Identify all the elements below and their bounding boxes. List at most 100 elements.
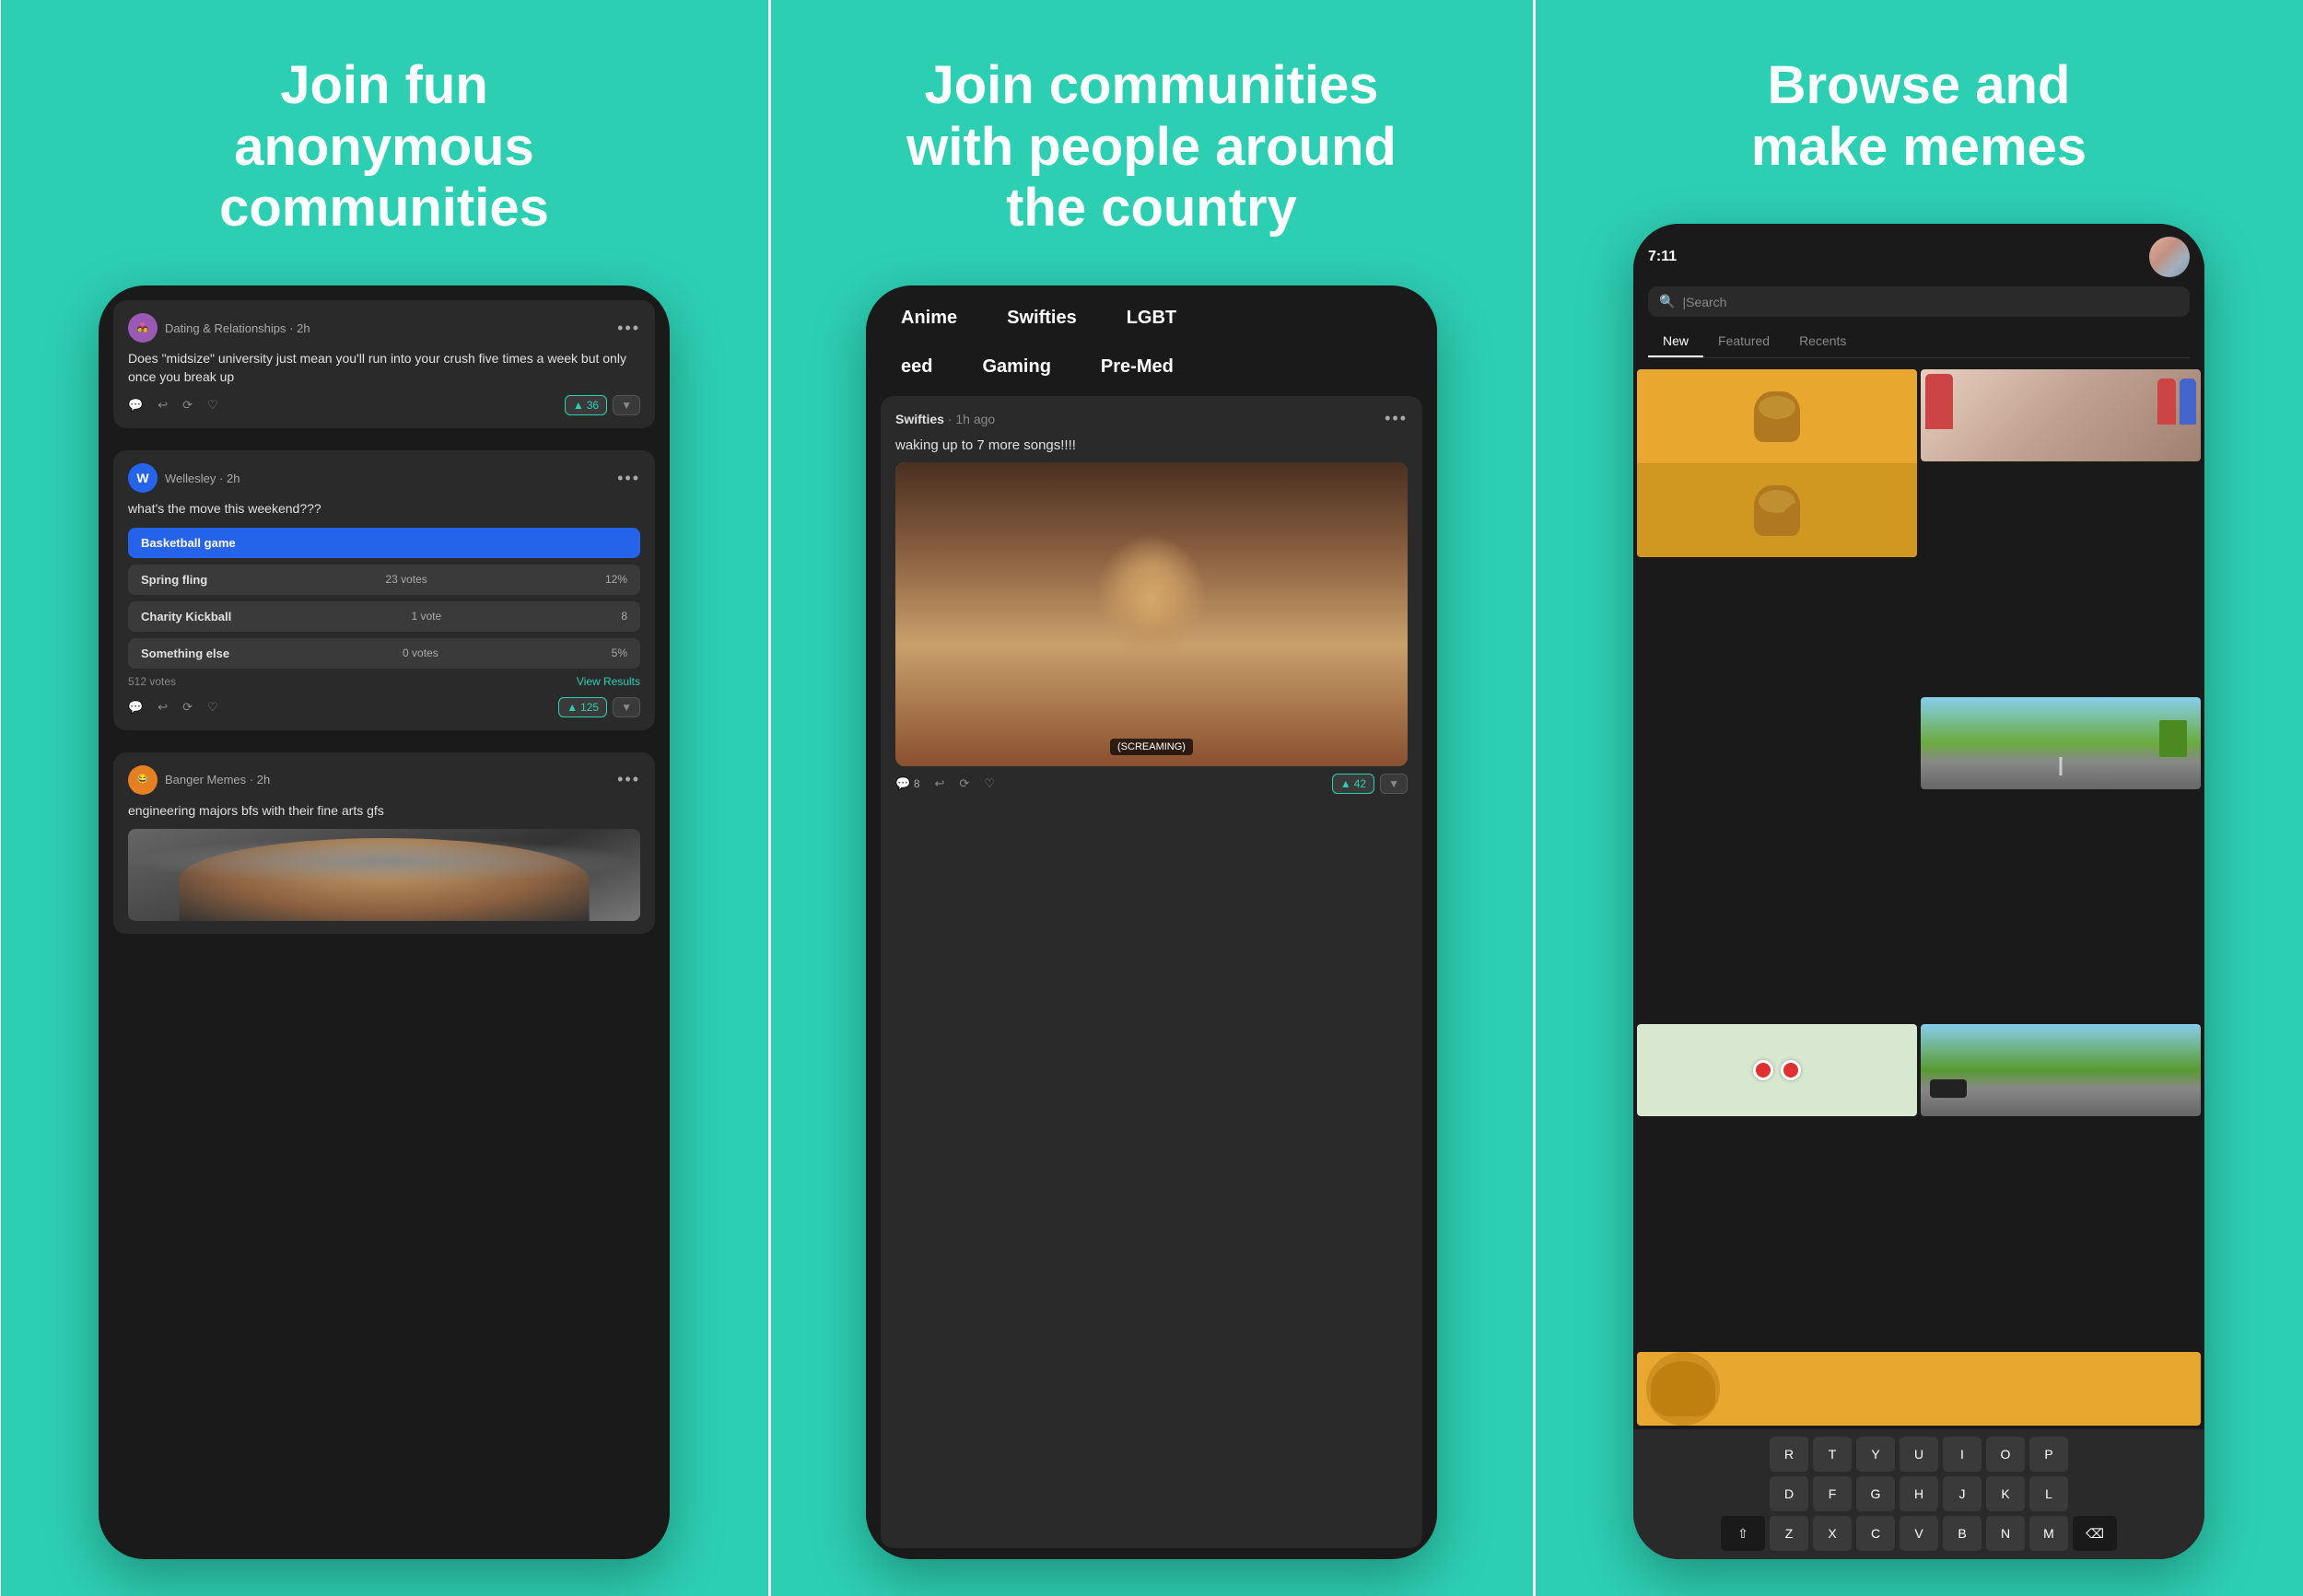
key-x[interactable]: X	[1813, 1516, 1852, 1551]
key-g[interactable]: G	[1856, 1476, 1895, 1511]
card-3-body: engineering majors bfs with their fine a…	[128, 802, 640, 821]
poll-option-spring[interactable]: Spring fling 23 votes 12%	[128, 565, 640, 595]
meme-couple[interactable]	[1921, 369, 2201, 461]
poll-footer: 512 votes View Results	[128, 675, 640, 688]
user-avatar[interactable]	[2149, 237, 2190, 277]
share-icon-2[interactable]: ↩	[158, 700, 168, 715]
key-v[interactable]: V	[1900, 1516, 1938, 1551]
card-3-header-left: 😂 Banger Memes · 2h	[128, 765, 270, 795]
key-z[interactable]: Z	[1770, 1516, 1808, 1551]
swifties-meta: Swifties · 1h ago	[895, 412, 995, 426]
phone-2-content: Anime Swifties LGBT eed Gaming Pre-Med S…	[866, 285, 1437, 1559]
kbd-row-2: D F G H J K L	[1637, 1476, 2201, 1511]
key-f[interactable]: F	[1813, 1476, 1852, 1511]
key-r[interactable]: R	[1770, 1437, 1808, 1472]
key-y[interactable]: Y	[1856, 1437, 1895, 1472]
share-icon[interactable]: ↩	[158, 398, 168, 413]
phone-1-content: 💑 Dating & Relationships · 2h ••• Does "…	[99, 285, 670, 1559]
feed-card-1: 💑 Dating & Relationships · 2h ••• Does "…	[113, 300, 655, 428]
swifties-image: (SCREAMING)	[895, 462, 1408, 766]
upvote-button-2[interactable]: ▲ 125	[558, 697, 607, 717]
key-p[interactable]: P	[2029, 1437, 2068, 1472]
swifties-footer-icons: 💬 8 ↩ ⟳ ♡	[895, 776, 995, 791]
view-results-link[interactable]: View Results	[577, 675, 640, 688]
tab-new[interactable]: New	[1648, 326, 1703, 357]
status-bar: 7:11	[1648, 237, 2190, 277]
downvote-button-1[interactable]: ▼	[613, 395, 640, 415]
card-3-dots[interactable]: •••	[617, 770, 640, 789]
time-display: 7:11	[1648, 249, 1677, 265]
card-1-dots[interactable]: •••	[617, 319, 640, 338]
keyboard: R T Y U I O P D F G H J K L	[1633, 1429, 2204, 1559]
key-b[interactable]: B	[1943, 1516, 1982, 1551]
key-c[interactable]: C	[1856, 1516, 1895, 1551]
taylor-face	[895, 462, 1408, 766]
tag-premed[interactable]: Pre-Med	[1081, 347, 1194, 387]
backspace-key[interactable]: ⌫	[2073, 1516, 2117, 1551]
key-i[interactable]: I	[1943, 1437, 1982, 1472]
swifties-post-footer: 💬 8 ↩ ⟳ ♡ ▲ 42 ▼	[895, 774, 1408, 794]
upvote-button-1[interactable]: ▲ 36	[565, 395, 607, 415]
meme-road[interactable]	[1921, 697, 2201, 789]
key-k[interactable]: K	[1986, 1476, 2025, 1511]
swifties-text: waking up to 7 more songs!!!!	[895, 437, 1408, 453]
card-2-meta: Wellesley · 2h	[165, 472, 240, 485]
key-d[interactable]: D	[1770, 1476, 1808, 1511]
search-icon: 🔍	[1659, 294, 1675, 309]
card-3-header: 😂 Banger Memes · 2h •••	[128, 765, 640, 795]
key-u[interactable]: U	[1900, 1437, 1938, 1472]
phone-3-content: 7:11 🔍 |Search New Featured Recents	[1633, 224, 2204, 1559]
swifties-header: Swifties · 1h ago •••	[895, 409, 1408, 428]
tag-swifties[interactable]: Swifties	[987, 298, 1097, 338]
card-1-meta: Dating & Relationships · 2h	[165, 321, 310, 335]
poll-option-something[interactable]: Something else 0 votes 5%	[128, 638, 640, 669]
card-2-header: W Wellesley · 2h •••	[128, 463, 640, 493]
tag-lgbt[interactable]: LGBT	[1106, 298, 1197, 338]
meme-drake-bottom[interactable]	[1637, 1352, 2201, 1426]
like-icon-2[interactable]: ♡	[207, 700, 218, 715]
meme-car[interactable]	[1921, 1024, 2201, 1116]
search-bar[interactable]: 🔍 |Search	[1648, 286, 2190, 317]
key-l[interactable]: L	[2029, 1476, 2068, 1511]
panel-3-title: Browse and make memes	[1751, 55, 2087, 178]
key-n[interactable]: N	[1986, 1516, 2025, 1551]
meme-drake[interactable]	[1637, 369, 1917, 557]
repost-icon-s[interactable]: ⟳	[959, 776, 969, 791]
downvote-button-2[interactable]: ▼	[613, 697, 640, 717]
tag-eed[interactable]: eed	[881, 347, 953, 387]
key-h[interactable]: H	[1900, 1476, 1938, 1511]
share-icon-s[interactable]: ↩	[935, 776, 945, 791]
comment-icon-2[interactable]: 💬	[128, 700, 143, 715]
avatar-dating: 💑	[128, 313, 158, 343]
tag-gaming[interactable]: Gaming	[962, 347, 1070, 387]
tab-recents[interactable]: Recents	[1784, 326, 1861, 357]
key-t[interactable]: T	[1813, 1437, 1852, 1472]
shift-key[interactable]: ⇧	[1721, 1516, 1765, 1551]
swifties-dots[interactable]: •••	[1385, 409, 1408, 428]
phone-3-header: 7:11 🔍 |Search New Featured Recents	[1633, 224, 2204, 366]
tab-featured[interactable]: Featured	[1703, 326, 1784, 357]
panel-3: Browse and make memes 7:11 🔍 |Search New	[1536, 0, 2303, 1596]
comment-icon-s[interactable]: 💬 8	[895, 776, 920, 791]
like-icon[interactable]: ♡	[207, 398, 218, 413]
upvote-button-s[interactable]: ▲ 42	[1332, 774, 1374, 794]
key-j[interactable]: J	[1943, 1476, 1982, 1511]
card-2-dots[interactable]: •••	[617, 469, 640, 488]
card-1-vote-box: ▲ 36 ▼	[565, 395, 640, 415]
tags-row-1: Anime Swifties LGBT	[866, 298, 1437, 338]
like-icon-s[interactable]: ♡	[984, 776, 995, 791]
tag-anime[interactable]: Anime	[881, 298, 977, 338]
card-2-vote-box: ▲ 125 ▼	[558, 697, 640, 717]
poll-option-kickball[interactable]: Charity Kickball 1 vote 8	[128, 601, 640, 632]
panel-2: Join communities with people around the …	[768, 0, 1536, 1596]
panel-1: Join fun anonymous communities 💑 Dating …	[1, 0, 768, 1596]
comment-icon[interactable]: 💬	[128, 398, 143, 413]
repost-icon-2[interactable]: ⟳	[182, 700, 193, 715]
repost-icon[interactable]: ⟳	[182, 398, 193, 413]
card-1-header: 💑 Dating & Relationships · 2h •••	[128, 313, 640, 343]
key-m[interactable]: M	[2029, 1516, 2068, 1551]
poll-option-basketball[interactable]: Basketball game	[128, 528, 640, 558]
downvote-button-s[interactable]: ▼	[1380, 774, 1408, 794]
meme-button[interactable]	[1637, 1024, 1917, 1116]
key-o[interactable]: O	[1986, 1437, 2025, 1472]
